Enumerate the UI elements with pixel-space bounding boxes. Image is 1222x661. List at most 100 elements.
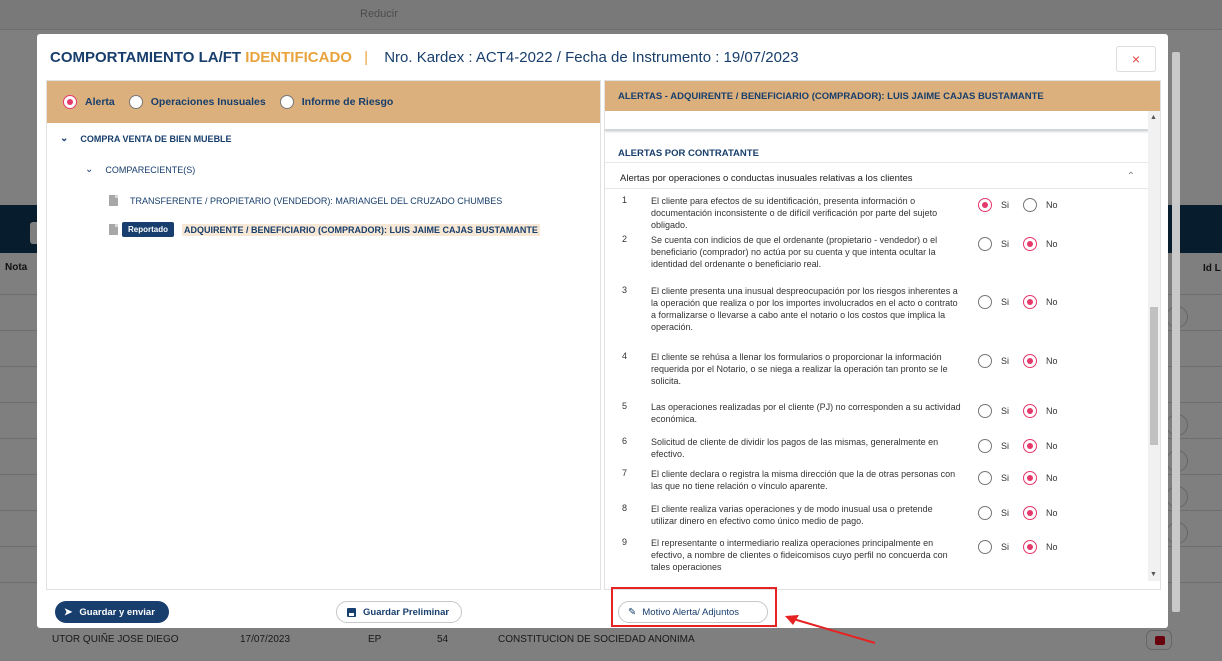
left-panel-header: Alerta Operaciones Inusuales Informe de … bbox=[47, 81, 600, 123]
right-panel: ALERTAS - ADQUIRENTE / BENEFICIARIO (COM… bbox=[604, 80, 1161, 590]
page-scrollbar[interactable] bbox=[1206, 30, 1222, 630]
radio-icon[interactable] bbox=[978, 506, 992, 520]
guardar-preliminar-button[interactable]: Guardar Preliminar bbox=[336, 601, 462, 623]
tree-item-adquirente[interactable]: Reportado ADQUIRENTE / BENEFICIARIO (COM… bbox=[109, 222, 540, 237]
radio-icon[interactable] bbox=[978, 540, 992, 554]
option-informe-de-riesgo[interactable]: Informe de Riesgo bbox=[279, 95, 393, 109]
radio-icon[interactable] bbox=[1023, 471, 1038, 485]
tree-item-transferente[interactable]: TRANSFERENTE / PROPIETARIO (VENDEDOR): M… bbox=[109, 195, 502, 206]
radio-icon[interactable] bbox=[1023, 198, 1038, 212]
alert-answer-no[interactable]: No bbox=[1023, 439, 1058, 453]
alert-text: Se cuenta con indicios de que el ordenan… bbox=[651, 235, 938, 269]
radio-icon[interactable] bbox=[978, 354, 992, 368]
alert-number: 8 bbox=[622, 503, 628, 513]
radio-icon[interactable] bbox=[1023, 439, 1038, 453]
floppy-disk-icon bbox=[347, 607, 356, 617]
radio-icon[interactable] bbox=[978, 439, 992, 453]
alert-answer-yes[interactable]: Si bbox=[978, 540, 1009, 554]
radio-icon[interactable] bbox=[978, 198, 992, 212]
radio-icon[interactable] bbox=[978, 404, 992, 418]
alert-answer-yes[interactable]: Si bbox=[978, 354, 1009, 368]
alert-text: El cliente presenta una inusual despreoc… bbox=[651, 286, 958, 332]
alerts-list: ALERTAS POR CONTRATANTE Alertas por oper… bbox=[605, 111, 1148, 581]
radio-icon[interactable] bbox=[978, 295, 992, 309]
modal-title: COMPORTAMIENTO LA/FT IDENTIFICADO | Nro.… bbox=[50, 49, 799, 66]
alert-answer-yes[interactable]: Si bbox=[978, 439, 1009, 453]
alert-text: El cliente se rehúsa a llenar los formul… bbox=[651, 352, 948, 386]
tree-group[interactable]: ⌄ COMPARECIENTE(S) bbox=[85, 164, 195, 175]
alert-answer-yes[interactable]: Si bbox=[978, 295, 1009, 309]
alert-answer-group: Si No bbox=[978, 354, 1072, 368]
radio-icon[interactable] bbox=[63, 95, 77, 109]
chevron-down-icon[interactable]: ⌄ bbox=[60, 133, 68, 144]
alert-answer-group: Si No bbox=[978, 439, 1072, 453]
alert-number: 6 bbox=[622, 436, 628, 446]
alert-answer-no[interactable]: No bbox=[1023, 506, 1058, 520]
radio-icon[interactable] bbox=[1023, 506, 1038, 520]
alert-answer-no[interactable]: No bbox=[1023, 354, 1058, 368]
tree-root[interactable]: ⌄ COMPRA VENTA DE BIEN MUEBLE bbox=[60, 133, 232, 144]
alert-number: 1 bbox=[622, 195, 628, 205]
alert-answer-group: Si No bbox=[978, 237, 1072, 251]
modal-header: COMPORTAMIENTO LA/FT IDENTIFICADO | Nro.… bbox=[37, 34, 1168, 80]
annotation-arrow-icon bbox=[785, 615, 876, 644]
alert-modal: COMPORTAMIENTO LA/FT IDENTIFICADO | Nro.… bbox=[37, 34, 1180, 628]
alert-text: El cliente para efectos de su identifica… bbox=[651, 196, 938, 230]
radio-icon[interactable] bbox=[978, 237, 992, 251]
reportado-badge: Reportado bbox=[122, 222, 174, 237]
alert-answer-group: Si No bbox=[978, 404, 1072, 418]
option-operaciones-inusuales[interactable]: Operaciones Inusuales bbox=[128, 95, 266, 109]
alert-answer-group: Si No bbox=[978, 471, 1072, 485]
option-alerta[interactable]: Alerta bbox=[63, 95, 115, 109]
radio-icon[interactable] bbox=[1023, 404, 1038, 418]
right-panel-scrollbar[interactable]: ▲ ▼ bbox=[1148, 111, 1160, 581]
alert-answer-group: Si No bbox=[978, 295, 1072, 309]
alert-answer-group: Si No bbox=[978, 506, 1072, 520]
document-icon bbox=[109, 224, 118, 235]
chevron-down-icon[interactable]: ⌄ bbox=[85, 164, 93, 175]
alert-text: Las operaciones realizadas por el client… bbox=[651, 402, 961, 424]
document-icon bbox=[109, 195, 118, 206]
alert-text: El representante o intermediario realiza… bbox=[651, 538, 948, 572]
alert-number: 4 bbox=[622, 351, 628, 361]
alert-answer-group: Si No bbox=[978, 198, 1072, 212]
alert-answer-yes[interactable]: Si bbox=[978, 198, 1009, 212]
alert-answer-group: Si No bbox=[978, 540, 1072, 554]
right-panel-header: ALERTAS - ADQUIRENTE / BENEFICIARIO (COM… bbox=[605, 81, 1160, 111]
alert-answer-no[interactable]: No bbox=[1023, 404, 1058, 418]
alert-number: 3 bbox=[622, 285, 628, 295]
alert-answer-yes[interactable]: Si bbox=[978, 471, 1009, 485]
radio-icon[interactable] bbox=[1023, 237, 1038, 251]
alert-answer-no[interactable]: No bbox=[1023, 540, 1058, 554]
alert-text: Solicitud de cliente de dividir los pago… bbox=[651, 437, 939, 459]
left-panel: Alerta Operaciones Inusuales Informe de … bbox=[46, 80, 601, 590]
view-options: Alerta Operaciones Inusuales Informe de … bbox=[63, 95, 407, 109]
alert-answer-yes[interactable]: Si bbox=[978, 404, 1009, 418]
scroll-up-icon[interactable]: ▲ bbox=[1150, 114, 1157, 121]
radio-icon[interactable] bbox=[978, 471, 992, 485]
section-title: ALERTAS POR CONTRATANTE bbox=[618, 148, 759, 159]
alert-answer-no[interactable]: No bbox=[1023, 295, 1058, 309]
alert-answer-no[interactable]: No bbox=[1023, 237, 1058, 251]
alert-answer-no[interactable]: No bbox=[1023, 198, 1058, 212]
alert-number: 5 bbox=[622, 401, 628, 411]
alert-answer-yes[interactable]: Si bbox=[978, 237, 1009, 251]
close-button[interactable]: × bbox=[1116, 46, 1156, 72]
send-icon: ➤ bbox=[64, 606, 73, 618]
alert-answer-no[interactable]: No bbox=[1023, 471, 1058, 485]
scroll-down-icon[interactable]: ▼ bbox=[1150, 571, 1157, 578]
accordion-header[interactable]: Alertas por operaciones o conductas inus… bbox=[605, 162, 1148, 189]
alert-number: 9 bbox=[622, 537, 628, 547]
radio-icon[interactable] bbox=[1023, 354, 1038, 368]
alert-answer-yes[interactable]: Si bbox=[978, 506, 1009, 520]
chevron-up-icon[interactable]: ⌃ bbox=[1127, 171, 1135, 182]
radio-icon[interactable] bbox=[128, 95, 143, 109]
radio-icon[interactable] bbox=[1023, 295, 1038, 309]
modal-scrollbar[interactable] bbox=[1170, 40, 1182, 628]
guardar-y-enviar-button[interactable]: ➤ Guardar y enviar bbox=[55, 601, 169, 623]
radio-icon[interactable] bbox=[1023, 540, 1038, 554]
radio-icon[interactable] bbox=[279, 95, 294, 109]
alert-text: El cliente realiza varias operaciones y … bbox=[651, 504, 933, 526]
alert-number: 2 bbox=[622, 234, 628, 244]
alert-text: El cliente declara o registra la misma d… bbox=[651, 469, 956, 491]
